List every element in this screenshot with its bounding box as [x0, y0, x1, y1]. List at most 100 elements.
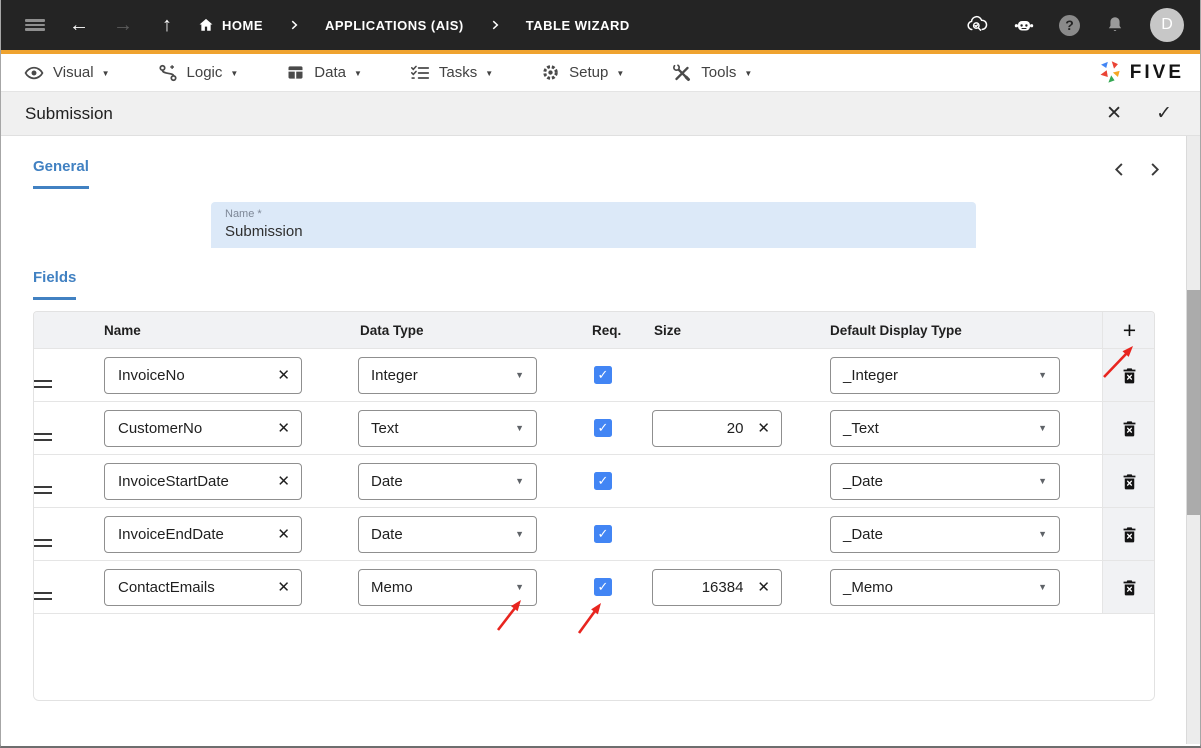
name-field[interactable]: Name * Submission [211, 202, 976, 248]
menu-data-label: Data [314, 64, 346, 81]
size-input[interactable]: 20✕ [652, 410, 782, 447]
name-field-value: Submission [225, 223, 962, 240]
tab-general[interactable]: General [33, 158, 89, 189]
prev-record-button[interactable] [1110, 160, 1129, 179]
form-header: Submission ✕ ✓ [1, 92, 1200, 136]
cancel-button[interactable]: ✕ [1106, 104, 1122, 123]
table-grid-icon [285, 62, 306, 83]
table-empty-area [34, 613, 1154, 700]
vertical-scrollbar[interactable] [1186, 136, 1200, 744]
col-header-data-type: Data Type [354, 323, 584, 338]
breadcrumb-applications[interactable]: APPLICATIONS (AIS) [325, 18, 464, 33]
clear-icon[interactable]: ✕ [277, 472, 290, 490]
field-name-input[interactable]: InvoiceEndDate✕ [104, 516, 302, 553]
field-name-input[interactable]: ContactEmails✕ [104, 569, 302, 606]
required-checkbox[interactable]: ✓ [594, 578, 612, 596]
default-display-type-select[interactable]: _Memo▼ [830, 569, 1060, 606]
drag-handle-icon[interactable] [34, 433, 102, 441]
table-row: InvoiceEndDate✕ Date▼ ✓ _Date▼ [34, 507, 1154, 560]
clear-icon[interactable]: ✕ [277, 525, 290, 543]
notifications-bell-icon[interactable] [1103, 13, 1127, 37]
menu-tasks-label: Tasks [439, 64, 477, 81]
caret-down-icon: ▼ [515, 370, 524, 380]
delete-row-button[interactable] [1120, 419, 1139, 438]
save-button[interactable]: ✓ [1156, 104, 1172, 123]
clear-icon[interactable]: ✕ [757, 419, 770, 437]
caret-down-icon: ▼ [1038, 370, 1047, 380]
drag-handle-icon[interactable] [34, 539, 102, 547]
delete-row-button[interactable] [1120, 472, 1139, 491]
caret-down-icon: ▼ [515, 476, 524, 486]
name-field-label: Name * [225, 208, 962, 220]
data-type-select[interactable]: Memo▼ [358, 569, 537, 606]
data-type-select[interactable]: Integer▼ [358, 357, 537, 394]
table-row: InvoiceNo✕ Integer▼ ✓ _Integer▼ [34, 348, 1154, 401]
menu-data[interactable]: Data ▼ [285, 62, 362, 83]
help-icon[interactable]: ? [1059, 15, 1080, 36]
data-type-select[interactable]: Date▼ [358, 516, 537, 553]
add-field-button[interactable]: + [1123, 319, 1136, 342]
col-header-req: Req. [584, 323, 644, 338]
caret-down-icon: ▼ [1038, 476, 1047, 486]
scrollbar-thumb[interactable] [1187, 290, 1200, 515]
default-display-type-select[interactable]: _Date▼ [830, 463, 1060, 500]
menu-hamburger-icon[interactable] [23, 13, 47, 37]
breadcrumb: HOME APPLICATIONS (AIS) TABLE WIZARD [197, 16, 630, 34]
caret-down-icon: ▼ [485, 69, 493, 78]
drag-handle-icon[interactable] [34, 380, 102, 388]
data-type-select[interactable]: Date▼ [358, 463, 537, 500]
caret-down-icon: ▼ [616, 69, 624, 78]
clear-icon[interactable]: ✕ [277, 419, 290, 437]
up-arrow-icon[interactable]: ↑ [155, 13, 179, 37]
menu-visual-label: Visual [53, 64, 94, 81]
required-checkbox[interactable]: ✓ [594, 472, 612, 490]
required-checkbox[interactable]: ✓ [594, 525, 612, 543]
caret-down-icon: ▼ [515, 582, 524, 592]
col-header-size: Size [644, 323, 822, 338]
chevron-right-icon [488, 18, 502, 32]
breadcrumb-home[interactable]: HOME [197, 16, 263, 34]
clear-icon[interactable]: ✕ [757, 578, 770, 596]
menu-tools-label: Tools [701, 64, 736, 81]
field-name-input[interactable]: InvoiceStartDate✕ [104, 463, 302, 500]
delete-row-button[interactable] [1120, 525, 1139, 544]
default-display-type-select[interactable]: _Date▼ [830, 516, 1060, 553]
clear-icon[interactable]: ✕ [277, 366, 290, 384]
drag-handle-icon[interactable] [34, 486, 102, 494]
default-display-type-select[interactable]: _Integer▼ [830, 357, 1060, 394]
tab-fields[interactable]: Fields [33, 269, 76, 300]
caret-down-icon: ▼ [515, 423, 524, 433]
next-record-button[interactable] [1145, 160, 1164, 179]
menu-setup-label: Setup [569, 64, 608, 81]
required-checkbox[interactable]: ✓ [594, 419, 612, 437]
size-input[interactable]: 16384✕ [652, 569, 782, 606]
app-window: ← → ↑ HOME APPLICATIONS (AIS) TABLE WIZA… [0, 0, 1201, 748]
breadcrumb-table-wizard[interactable]: TABLE WIZARD [526, 18, 630, 33]
back-arrow-icon[interactable]: ← [67, 13, 91, 37]
menu-tools[interactable]: Tools ▼ [671, 62, 752, 84]
menu-logic[interactable]: Logic ▼ [157, 62, 239, 84]
menu-visual[interactable]: Visual ▼ [23, 62, 110, 84]
drag-handle-icon[interactable] [34, 592, 102, 600]
required-checkbox[interactable]: ✓ [594, 366, 612, 384]
data-type-select[interactable]: Text▼ [358, 410, 537, 447]
field-name-input[interactable]: CustomerNo✕ [104, 410, 302, 447]
user-avatar[interactable]: D [1150, 8, 1184, 42]
field-name-input[interactable]: InvoiceNo✕ [104, 357, 302, 394]
menu-logic-label: Logic [187, 64, 223, 81]
forward-arrow-icon[interactable]: → [111, 13, 135, 37]
menu-setup[interactable]: Setup ▼ [540, 62, 624, 83]
home-icon [197, 16, 215, 34]
delete-row-button[interactable] [1120, 578, 1139, 597]
delete-row-button[interactable] [1120, 366, 1139, 385]
logic-flow-icon [157, 62, 179, 84]
clear-icon[interactable]: ✕ [277, 578, 290, 596]
form-content: General Name * Submission Fields Name D [1, 136, 1200, 746]
five-logo: FIVE [1096, 59, 1184, 86]
assistant-bot-icon[interactable] [1012, 13, 1036, 37]
default-display-type-select[interactable]: _Text▼ [830, 410, 1060, 447]
cloud-search-icon[interactable] [965, 13, 989, 37]
top-bar: ← → ↑ HOME APPLICATIONS (AIS) TABLE WIZA… [1, 0, 1200, 50]
menu-tasks[interactable]: Tasks ▼ [409, 62, 493, 84]
gear-icon [540, 62, 561, 83]
